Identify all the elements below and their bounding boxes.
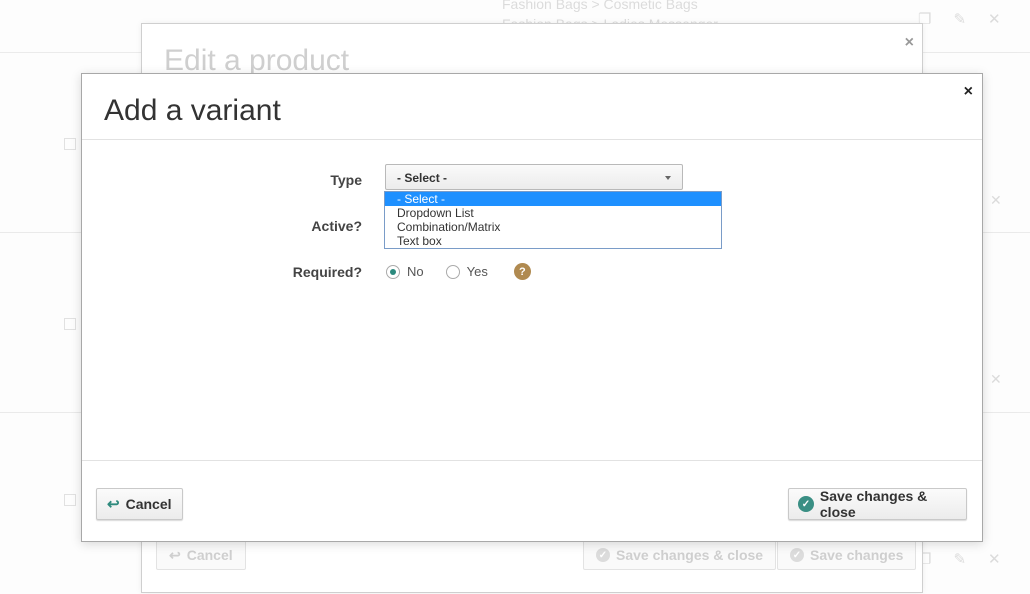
check-circle-icon: ✓ xyxy=(596,548,610,562)
save-close-button[interactable]: ✓ Save changes & close xyxy=(583,540,777,570)
footer-divider xyxy=(82,460,982,461)
cancel-button[interactable]: ↩ Cancel xyxy=(156,540,246,570)
check-circle-icon: ✓ xyxy=(798,496,814,512)
dropdown-option[interactable]: Combination/Matrix xyxy=(385,220,721,234)
active-label: Active? xyxy=(311,218,362,234)
modal-title: Add a variant xyxy=(104,94,281,127)
header-divider xyxy=(82,139,982,140)
reply-arrow-icon: ↩ xyxy=(107,496,120,513)
pencil-icon: ✎ xyxy=(953,11,967,28)
required-radio-group: No Yes ? xyxy=(386,263,531,280)
breadcrumb-line: Fashion Bags > Cosmetic Bags xyxy=(502,0,698,12)
dropdown-option[interactable]: Dropdown List xyxy=(385,206,721,220)
button-label: Cancel xyxy=(186,547,233,563)
chevron-down-icon xyxy=(665,176,671,180)
row-checkbox xyxy=(64,494,76,506)
button-label: Save changes xyxy=(810,547,904,563)
close-icon: ✕ xyxy=(988,11,1001,28)
close-icon: ✕ xyxy=(990,371,1002,387)
row-actions: ❐ ✎ ✕ xyxy=(918,550,1001,568)
close-icon: ✕ xyxy=(988,551,1001,568)
dropdown-option[interactable]: - Select - xyxy=(385,192,721,206)
row-actions: ❐ ✎ ✕ xyxy=(918,10,1001,28)
button-label: Save changes & close xyxy=(616,547,764,563)
help-icon[interactable]: ? xyxy=(513,263,531,280)
close-icon[interactable]: × xyxy=(905,34,914,52)
check-circle-icon: ✓ xyxy=(790,548,804,562)
required-yes-radio[interactable] xyxy=(445,264,460,279)
add-variant-modal: × Add a variant Type - Select - - Select… xyxy=(81,73,983,542)
close-icon[interactable]: × xyxy=(964,83,973,101)
pencil-icon: ✎ xyxy=(953,551,967,568)
close-icon: ✕ xyxy=(990,192,1002,208)
type-select[interactable]: - Select - xyxy=(385,164,683,190)
button-label: Cancel xyxy=(125,496,172,512)
required-no-radio[interactable] xyxy=(386,264,400,279)
save-close-button[interactable]: ✓ Save changes & close xyxy=(788,488,967,520)
radio-label: Yes xyxy=(466,264,488,279)
select-value: - Select - xyxy=(397,171,448,185)
button-label: Save changes & close xyxy=(819,488,928,520)
type-label: Type xyxy=(330,172,362,188)
cancel-button[interactable]: ↩ Cancel xyxy=(96,488,183,520)
row-checkbox xyxy=(64,138,76,150)
row-checkbox xyxy=(64,318,76,330)
reply-arrow-icon: ↩ xyxy=(169,546,181,563)
required-label: Required? xyxy=(292,264,362,280)
radio-label: No xyxy=(407,264,424,279)
save-button[interactable]: ✓ Save changes xyxy=(777,540,917,570)
dropdown-option[interactable]: Text box xyxy=(385,234,721,248)
type-dropdown-list: - Select - Dropdown List Combination/Mat… xyxy=(384,191,722,249)
